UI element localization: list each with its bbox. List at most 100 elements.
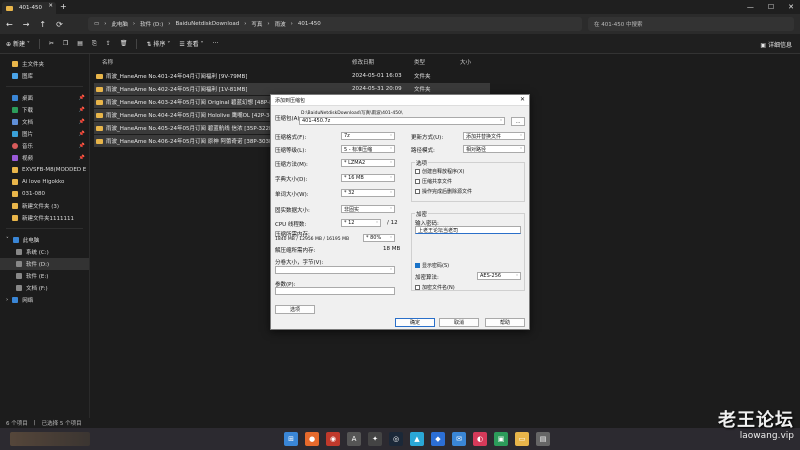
sidebar-item-desktop[interactable]: 桌面 📌: [0, 92, 89, 104]
sort-button[interactable]: ⇅ 排序 ˅: [146, 39, 170, 48]
sidebar-item-home[interactable]: 主文件夹: [0, 58, 89, 70]
more-button[interactable]: ···: [213, 40, 219, 47]
params-input[interactable]: [275, 287, 395, 295]
options-button[interactable]: 选项: [275, 305, 315, 314]
dialog-close-button[interactable]: ✕: [520, 96, 525, 103]
method-select[interactable]: * LZMA2 ˅: [341, 159, 395, 167]
firefox-icon[interactable]: ●: [305, 432, 319, 446]
solid-select[interactable]: 非固实 ˅: [341, 205, 395, 213]
archive-name-input[interactable]: 401-450.7z ˅: [299, 117, 505, 125]
dict-select[interactable]: * 16 MB ˅: [341, 174, 395, 182]
new-button[interactable]: ⊕ 新建 ˅: [6, 39, 30, 48]
new-tab-button[interactable]: +: [60, 2, 67, 11]
enc-method-select[interactable]: AES-256 ˅: [477, 272, 521, 280]
mem-percent-select[interactable]: * 80% ˅: [363, 234, 395, 242]
sidebar-item-drive-e[interactable]: 软件 (E:): [0, 270, 89, 282]
app-i-icon[interactable]: ▤: [536, 432, 550, 446]
details-button[interactable]: ▣ 详细信息: [760, 40, 792, 49]
weather-widget[interactable]: [10, 432, 90, 446]
music-icon: [12, 143, 18, 149]
maximize-button[interactable]: ☐: [768, 3, 774, 11]
password-input[interactable]: 上老王论坛当老司: [415, 226, 521, 234]
selection-count: 已选择 5 个项目: [41, 421, 82, 427]
column-date[interactable]: 修改日期: [352, 58, 374, 66]
up-icon[interactable]: ↑: [39, 20, 46, 29]
breadcrumb-item[interactable]: 401-450: [298, 21, 321, 27]
sidebar-item-drive-d[interactable]: 软件 (D:): [0, 258, 89, 270]
delete-icon[interactable]: 🗑: [120, 40, 128, 47]
sidebar-item-exvsfb[interactable]: EXVSFB-M8(MODDED E: [0, 164, 89, 176]
steam-icon[interactable]: ◎: [389, 432, 403, 446]
breadcrumb-item[interactable]: 此电脑: [111, 20, 128, 28]
app-g-icon[interactable]: ◐: [473, 432, 487, 446]
sidebar-item-music[interactable]: 音乐 📌: [0, 140, 89, 152]
chevron-down-icon: ˅: [390, 206, 392, 212]
cut-icon[interactable]: ✂: [49, 40, 54, 47]
breadcrumb-item[interactable]: 雨波: [275, 20, 286, 28]
search-input[interactable]: 在 401-450 中搜索: [588, 17, 794, 31]
start-icon[interactable]: ⊞: [284, 432, 298, 446]
help-button[interactable]: 帮助: [485, 318, 525, 327]
breadcrumb-item[interactable]: 写真: [251, 20, 262, 28]
ok-button[interactable]: 确定: [395, 318, 435, 327]
address-bar[interactable]: ▭ › 此电脑 › 软件 (D:) › BaiduNetdiskDownload…: [88, 17, 582, 31]
sidebar-item-gallery[interactable]: 图库: [0, 70, 89, 82]
chevron-down-icon: ˅: [516, 273, 518, 279]
view-button[interactable]: ☰ 查看 ˅: [179, 39, 203, 48]
list-item[interactable]: 雨波_HaneAme No.401-24年04月订阅福利 [9V-79MB] 20…: [94, 70, 490, 82]
breadcrumb-item[interactable]: 软件 (D:): [140, 20, 163, 28]
sidebar-item-this-pc[interactable]: ˅ 此电脑: [0, 234, 89, 246]
sidebar-item-pictures[interactable]: 图片 📌: [0, 128, 89, 140]
column-size[interactable]: 大小: [460, 58, 471, 66]
paste-icon[interactable]: ▤: [77, 40, 83, 47]
sidebar-item-new-folder-1111111[interactable]: 新建文件夹1111111: [0, 212, 89, 224]
path-mode-select[interactable]: 相对路径 ˅: [463, 145, 525, 153]
word-select[interactable]: * 32 ˅: [341, 189, 395, 197]
show-password-checkbox[interactable]: 显示密码(S): [415, 262, 449, 269]
refresh-icon[interactable]: ⟳: [56, 20, 63, 29]
share-icon[interactable]: ⇪: [106, 40, 111, 47]
tab-401-450[interactable]: 401-450 ✕: [2, 2, 56, 14]
breadcrumb-item[interactable]: BaiduNetdiskDownload: [175, 21, 239, 27]
app-f-icon[interactable]: ✉: [452, 432, 466, 446]
close-window-button[interactable]: ✕: [788, 3, 794, 11]
sidebar-item-new-folder-3[interactable]: 新建文件夹 (3): [0, 200, 89, 212]
sidebar-item-downloads[interactable]: 下载 📌: [0, 104, 89, 116]
cancel-button[interactable]: 取消: [439, 318, 479, 327]
options-group-title: 选项: [415, 159, 429, 167]
sidebar-item-ai-love[interactable]: Ai love Higokko: [0, 176, 89, 188]
update-select[interactable]: 添加并替换文件 ˅: [463, 132, 525, 140]
browse-button[interactable]: ...: [511, 117, 525, 126]
app-c-icon[interactable]: ✦: [368, 432, 382, 446]
column-type[interactable]: 类型: [414, 58, 425, 66]
app-d-icon[interactable]: ▲: [410, 432, 424, 446]
copy-icon[interactable]: ❐: [63, 40, 68, 47]
tab-close-icon[interactable]: ✕: [48, 3, 53, 9]
level-select[interactable]: 5 - 标准压缩 ˅: [341, 145, 395, 153]
forward-icon[interactable]: →: [23, 20, 30, 29]
sidebar-item-drive-c[interactable]: 系统 (C:): [0, 246, 89, 258]
app-b-icon[interactable]: A: [347, 432, 361, 446]
sidebar-item-network[interactable]: › 网络: [0, 294, 89, 306]
encrypt-names-checkbox[interactable]: 加密文件名(N): [415, 284, 455, 291]
format-select[interactable]: 7z ˅: [341, 132, 395, 140]
column-name[interactable]: 名称: [102, 58, 113, 66]
explorer-icon[interactable]: ▭: [515, 432, 529, 446]
folder-icon: [12, 179, 18, 185]
app-e-icon[interactable]: ◆: [431, 432, 445, 446]
minimize-button[interactable]: —: [747, 3, 754, 11]
gallery-icon: [12, 73, 18, 79]
app-a-icon[interactable]: ◉: [326, 432, 340, 446]
back-icon[interactable]: ←: [6, 20, 13, 29]
cpu-select[interactable]: * 12 ˅: [341, 219, 381, 227]
delete-after-checkbox[interactable]: 操作完成后删除源文件: [415, 188, 472, 195]
sidebar-item-031-080[interactable]: 031-080: [0, 188, 89, 200]
sidebar-item-drive-f[interactable]: 文档 (F:): [0, 282, 89, 294]
rename-icon[interactable]: ⎘: [92, 40, 97, 48]
sidebar-item-videos[interactable]: 视频 📌: [0, 152, 89, 164]
split-select[interactable]: ˅: [275, 266, 395, 274]
shared-files-checkbox[interactable]: 压缩共享文件: [415, 178, 452, 185]
sfx-checkbox[interactable]: 创建自释放程序(X): [415, 168, 464, 175]
app-h-icon[interactable]: ▣: [494, 432, 508, 446]
sidebar-item-documents[interactable]: 文档 📌: [0, 116, 89, 128]
